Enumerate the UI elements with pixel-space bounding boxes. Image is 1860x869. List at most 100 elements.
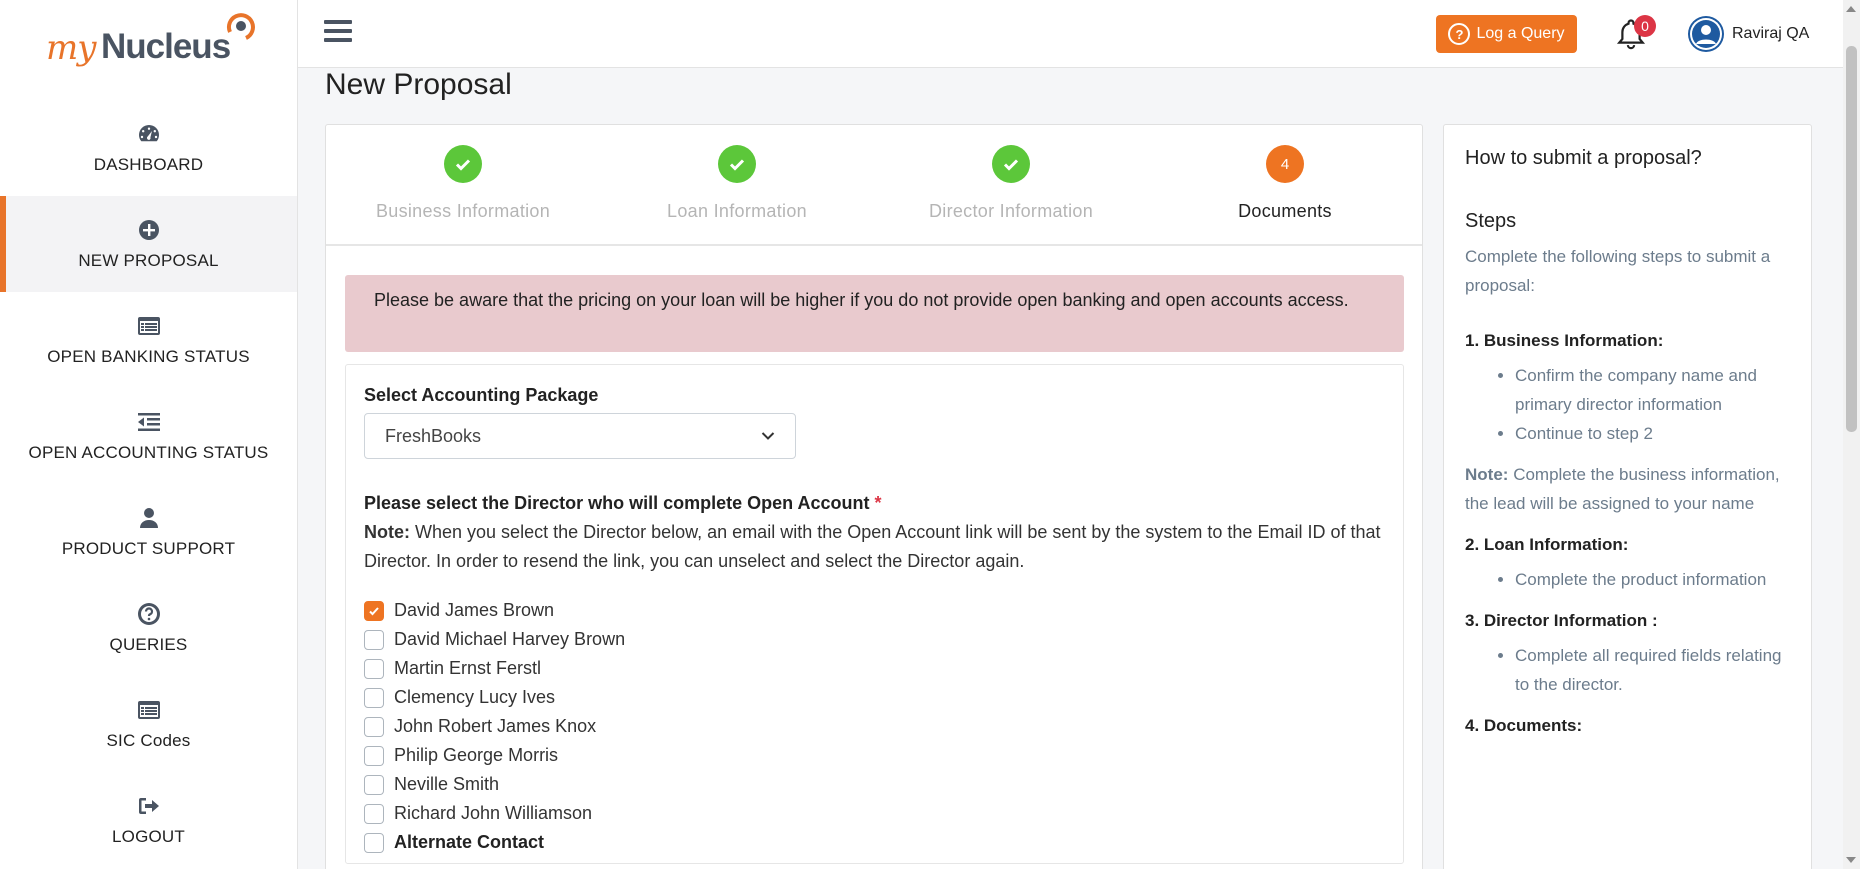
director-name: Neville Smith xyxy=(394,774,500,794)
pricing-warning-alert: Please be aware that the pricing on your… xyxy=(345,275,1404,352)
question-icon: ? xyxy=(1448,23,1471,45)
sidebar-item-open-banking-status[interactable]: OPEN BANKING STATUS xyxy=(0,292,297,388)
step-director-information[interactable]: Director Information xyxy=(874,145,1148,222)
director-name: Richard John Williamson xyxy=(394,803,593,823)
step-label: Business Information xyxy=(375,201,551,221)
checkbox[interactable] xyxy=(364,745,384,766)
help-step-3-title: 3. Director Information : xyxy=(1465,611,1658,630)
director-checkbox-row[interactable]: Richard John Williamson xyxy=(364,799,625,828)
checkbox[interactable] xyxy=(364,658,384,679)
indent-icon xyxy=(136,409,162,435)
accounting-package-select[interactable]: FreshBooks xyxy=(364,413,796,459)
list-item: Confirm the company name and primary dir… xyxy=(1515,361,1795,419)
logo-text-my: my xyxy=(46,28,96,68)
director-checkbox-list: David James Brown David Michael Harvey B… xyxy=(364,596,625,857)
sign-out-icon xyxy=(136,793,162,819)
sidebar-item-new-proposal[interactable]: NEW PROPOSAL xyxy=(0,196,297,292)
log-a-query-button[interactable]: ? Log a Query xyxy=(1436,15,1577,53)
user-menu[interactable]: Raviraj QA xyxy=(1688,15,1809,53)
scroll-down-arrow-icon[interactable] xyxy=(1846,857,1856,863)
mynucleus-logo[interactable]: my Nucleus xyxy=(46,12,266,72)
help-steps-heading: Steps xyxy=(1465,210,1517,232)
plus-circle-icon xyxy=(136,217,162,243)
checkbox[interactable] xyxy=(364,716,384,737)
logo-text-nucleus: Nucleus xyxy=(101,27,231,66)
step-business-information[interactable]: Business Information xyxy=(326,145,600,222)
page-scrollbar[interactable] xyxy=(1843,0,1860,869)
dashboard-icon xyxy=(136,121,162,147)
director-checkbox-row[interactable]: David James Brown xyxy=(364,596,625,625)
sidebar-item-label: OPEN ACCOUNTING STATUS xyxy=(28,443,269,462)
user-name: Raviraj QA xyxy=(1732,25,1810,42)
help-body: Steps Complete the following steps to su… xyxy=(1465,207,1795,746)
step-loan-information[interactable]: Loan Information xyxy=(600,145,874,222)
list-item: Complete all required fields relating to… xyxy=(1515,641,1795,699)
director-name: David Michael Harvey Brown xyxy=(394,629,626,649)
check-icon xyxy=(992,145,1030,183)
director-checkbox-row[interactable]: Neville Smith xyxy=(364,770,625,799)
sidebar-item-label: DASHBOARD xyxy=(93,155,204,174)
director-select-label-text: Please select the Director who will comp… xyxy=(364,493,870,513)
checkbox[interactable] xyxy=(364,832,384,853)
help-step-1-list: Confirm the company name and primary dir… xyxy=(1465,361,1795,448)
required-mark: * xyxy=(874,493,882,513)
scrollbar-thumb[interactable] xyxy=(1846,46,1857,432)
checkbox[interactable] xyxy=(364,803,384,824)
list-item: Complete the product information xyxy=(1515,565,1795,594)
checkbox[interactable] xyxy=(364,629,384,650)
check-icon xyxy=(718,145,756,183)
sidebar-item-queries[interactable]: QUERIES xyxy=(0,580,297,676)
director-name: Philip George Morris xyxy=(394,745,559,765)
proposal-card: Business Information Loan Information Di… xyxy=(325,124,1423,869)
scroll-up-arrow-icon[interactable] xyxy=(1846,6,1856,12)
sidebar-item-product-support[interactable]: PRODUCT SUPPORT xyxy=(0,484,297,580)
accounting-package-label: Select Accounting Package xyxy=(364,385,599,405)
notifications-button[interactable]: 0 xyxy=(1616,15,1656,54)
director-name: John Robert James Knox xyxy=(394,716,597,736)
step-documents[interactable]: 4 Documents xyxy=(1148,145,1422,222)
help-note-label: Note: xyxy=(1465,465,1509,484)
director-checkbox-row[interactable]: Martin Ernst Ferstl xyxy=(364,654,625,683)
avatar xyxy=(1688,16,1724,52)
director-checkbox-row[interactable]: Clemency Lucy Ives xyxy=(364,683,625,712)
director-checkbox-row[interactable]: Philip George Morris xyxy=(364,741,625,770)
help-step-2-list: Complete the product information xyxy=(1465,565,1795,594)
sidebar-item-label: LOGOUT xyxy=(112,827,185,846)
step-label: Director Information xyxy=(928,201,1094,221)
director-checkbox-row[interactable]: David Michael Harvey Brown xyxy=(364,625,625,654)
note-label: Note: xyxy=(364,522,410,542)
director-select-label: Please select the Director who will comp… xyxy=(364,493,882,514)
help-step-1-title: 1. Business Information: xyxy=(1465,331,1664,350)
top-bar: ? Log a Query 0 Raviraj QA xyxy=(298,0,1843,68)
log-a-query-label: Log a Query xyxy=(1476,25,1565,42)
sidebar-item-logout[interactable]: LOGOUT xyxy=(0,772,297,868)
sidebar-item-label: OPEN BANKING STATUS xyxy=(47,347,250,366)
hamburger-menu-icon[interactable] xyxy=(324,20,352,46)
director-name: Clemency Lucy Ives xyxy=(394,687,556,707)
help-note-text: Complete the business information, the l… xyxy=(1465,465,1780,513)
sidebar-item-dashboard[interactable]: DASHBOARD xyxy=(0,100,297,196)
question-circle-icon xyxy=(136,601,162,627)
sidebar-item-label: SIC Codes xyxy=(106,731,191,750)
list-icon xyxy=(136,697,162,723)
list-icon xyxy=(136,313,162,339)
sidebar-item-sic-codes[interactable]: SIC Codes xyxy=(0,676,297,772)
help-step-1-note: Note: Complete the business information,… xyxy=(1465,460,1795,518)
sidebar-item-open-accounting-status[interactable]: OPEN ACCOUNTING STATUS xyxy=(0,388,297,484)
note-text: When you select the Director below, an e… xyxy=(364,522,1381,571)
notification-count-badge: 0 xyxy=(1634,15,1656,37)
help-step-4-title: 4. Documents: xyxy=(1465,716,1583,735)
chevron-down-icon xyxy=(761,432,775,440)
checkbox-checked[interactable] xyxy=(364,600,384,621)
checkbox[interactable] xyxy=(364,687,384,708)
director-note: Note: When you select the Director below… xyxy=(364,518,1384,576)
help-intro: Complete the following steps to submit a… xyxy=(1465,247,1771,295)
help-title: How to submit a proposal? xyxy=(1465,147,1702,169)
help-step-2-title: 2. Loan Information: xyxy=(1465,535,1629,554)
list-item: Continue to step 2 xyxy=(1515,419,1795,448)
director-checkbox-row[interactable]: John Robert James Knox xyxy=(364,712,625,741)
checkbox[interactable] xyxy=(364,774,384,795)
stepper: Business Information Loan Information Di… xyxy=(326,125,1422,246)
sidebar-item-label: NEW PROPOSAL xyxy=(78,251,219,270)
alternate-contact-row[interactable]: Alternate Contact xyxy=(364,828,625,857)
